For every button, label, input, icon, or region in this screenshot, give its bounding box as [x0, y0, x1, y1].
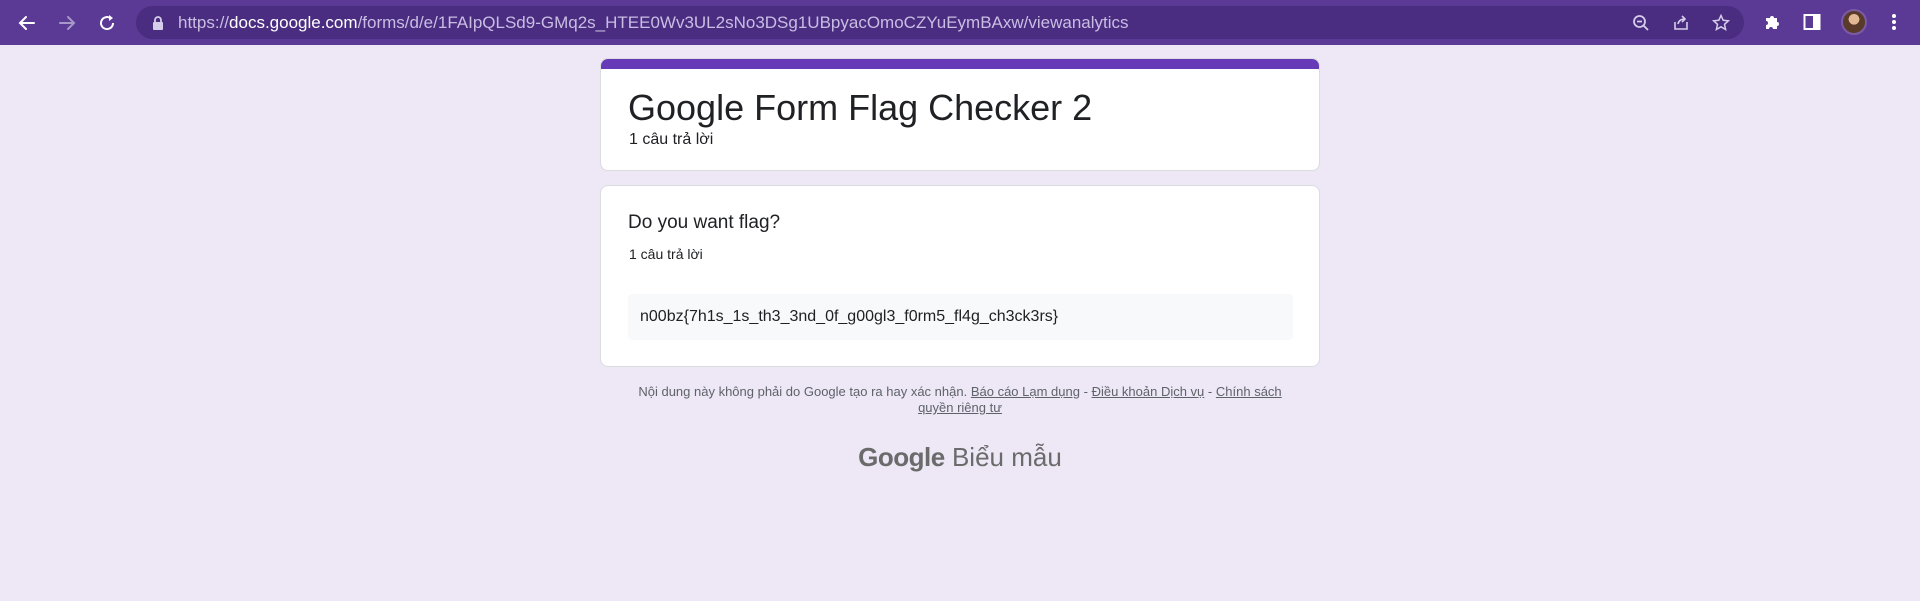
url-path: /forms/d/e/1FAIpQLSd9-GMq2s_HTEE0Wv3UL2s… — [357, 13, 1129, 32]
question-card: Do you want flag? 1 câu trả lời n00bz{7h… — [600, 185, 1320, 367]
response-text: n00bz{7h1s_1s_th3_3nd_0f_g00gl3_f0rm5_fl… — [640, 308, 1059, 325]
report-abuse-link[interactable]: Báo cáo Lạm dụng — [971, 384, 1080, 399]
address-bar[interactable]: https://docs.google.com/forms/d/e/1FAIpQ… — [136, 6, 1744, 39]
lock-icon — [152, 16, 164, 35]
back-button[interactable] — [12, 8, 42, 38]
url-text: https://docs.google.com/forms/d/e/1FAIpQ… — [178, 13, 1129, 33]
extensions-icon[interactable] — [1760, 10, 1784, 34]
response-item: n00bz{7h1s_1s_th3_3nd_0f_g00gl3_f0rm5_fl… — [628, 294, 1293, 340]
reload-icon — [100, 15, 115, 31]
disclaimer-text: Nội dung này không phải do Google tạo ra… — [638, 384, 968, 399]
side-panel-icon[interactable] — [1800, 10, 1824, 34]
arrow-right-icon — [59, 16, 76, 30]
question-response-count: 1 câu trả lời — [629, 246, 703, 262]
form-header-card: Google Form Flag Checker 2 1 câu trả lời — [600, 58, 1320, 171]
browser-toolbar: https://docs.google.com/forms/d/e/1FAIpQ… — [0, 0, 1920, 45]
form-response-count: 1 câu trả lời — [629, 131, 714, 148]
reload-button[interactable] — [92, 8, 122, 38]
footer-separator: - — [1083, 384, 1088, 399]
share-icon[interactable] — [1670, 12, 1692, 34]
form-title: Google Form Flag Checker 2 — [628, 87, 1093, 128]
forward-button[interactable] — [52, 8, 82, 38]
brand-google: Google — [858, 442, 945, 472]
more-menu-icon[interactable] — [1882, 10, 1906, 34]
url-host: docs.google.com — [229, 13, 358, 32]
footer-separator: - — [1207, 384, 1213, 399]
question-title: Do you want flag? — [628, 212, 781, 233]
footer-disclaimer: Nội dung này không phải do Google tạo ra… — [600, 384, 1320, 416]
bookmark-star-icon[interactable] — [1710, 12, 1732, 34]
header-accent-bar — [601, 59, 1319, 69]
terms-of-service-link[interactable]: Điều khoản Dịch vụ — [1092, 384, 1205, 399]
brand-product: Biểu mẫu — [951, 442, 1062, 472]
google-forms-brand[interactable]: Google Biểu mẫu — [600, 442, 1320, 473]
zoom-icon[interactable] — [1630, 12, 1652, 34]
profile-avatar[interactable] — [1841, 9, 1867, 35]
arrow-left-icon — [18, 16, 35, 30]
url-prefix: https:// — [178, 13, 230, 32]
